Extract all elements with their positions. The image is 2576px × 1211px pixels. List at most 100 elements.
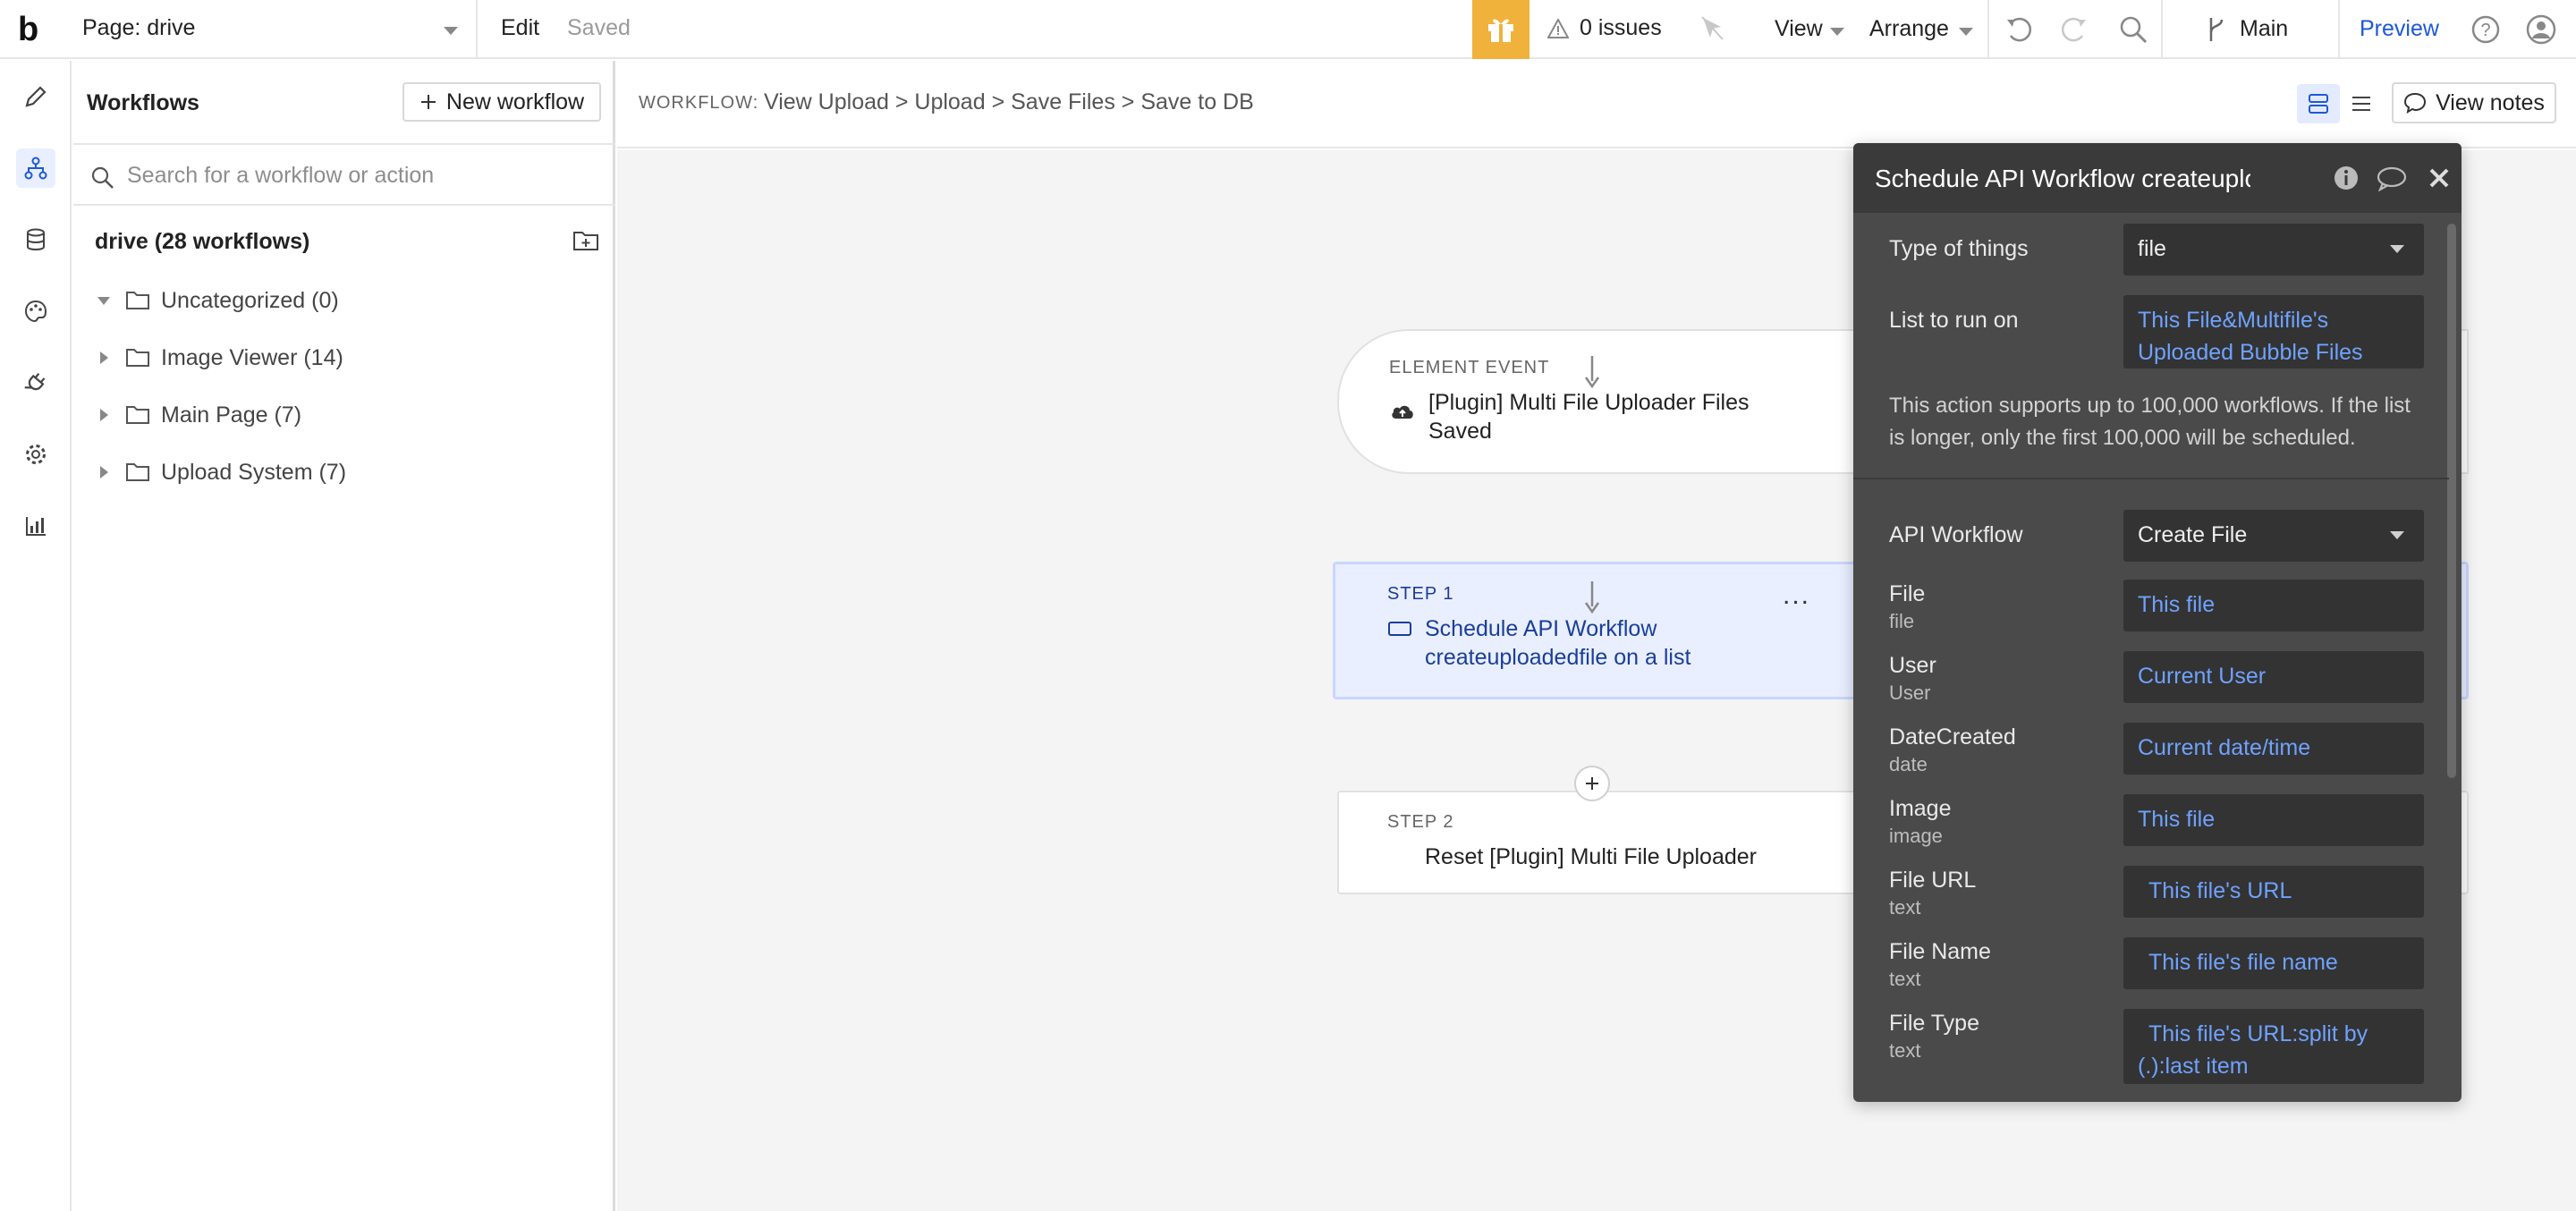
branch-selector[interactable]: Main [2240,16,2288,42]
folder-icon [125,347,150,368]
arrange-menu[interactable]: Arrange [1869,16,1949,42]
comment-icon[interactable] [2376,165,2408,191]
folder-row-upload-system[interactable]: Upload System (7) [91,454,346,490]
caret-right-icon [99,351,108,364]
close-icon[interactable] [2428,166,2451,190]
action-property-editor: Schedule API Workflow createuploadedfile… [1853,143,2462,1102]
card-view-button[interactable] [2297,84,2340,123]
rail-logs-tab[interactable] [16,506,55,546]
folder-row-uncategorized[interactable]: Uncategorized (0) [91,283,339,318]
param-file-name-field[interactable]: This file's file name [2123,937,2424,989]
chevron-down-icon [2390,531,2404,539]
folder-label: Uncategorized (0) [161,287,339,313]
card-view-icon [2309,94,2328,114]
list-view-button[interactable] [2340,84,2383,123]
add-folder-icon[interactable] [572,229,599,252]
page-selector-label: Page: drive [82,15,196,40]
layout-toggle [2297,84,2383,123]
rail-data-tab[interactable] [16,220,55,259]
rail-workflow-tab[interactable] [16,148,55,188]
schedule-limit-note: This action supports up to 100,000 workf… [1889,394,2411,450]
rail-plugins-tab[interactable] [16,363,55,402]
param-type: text [1889,968,1921,990]
preview-button[interactable]: Preview [2360,16,2439,42]
page-selector[interactable]: Page: drive [72,0,478,59]
breadcrumb[interactable]: View Upload > Upload > Save Files > Save… [764,89,1254,115]
arrow-down-icon [1584,581,1600,614]
param-file-field[interactable]: This file [2123,580,2424,631]
top-bar: b Page: drive Edit Saved 0 issues View A… [0,0,2576,59]
new-workflow-label: New workflow [445,89,585,114]
param-file-url-field[interactable]: This file's URL [2123,866,2424,918]
search-icon[interactable] [2118,14,2148,45]
param-type: User [1889,682,1931,704]
list-to-run-on-label: List to run on [1889,308,2019,333]
param-file-type-field[interactable]: This file's URL:split by (.):last item [2123,1009,2424,1084]
view-menu[interactable]: View [1775,16,1823,42]
folder-row-main-page[interactable]: Main Page (7) [91,397,301,433]
step-1-title: Schedule API Workflow createuploadedfile… [1425,616,1691,670]
rail-styles-tab[interactable] [16,292,55,331]
event-kicker: ELEMENT EVENT [1389,358,1550,377]
param-label: Image [1889,796,1952,821]
issues-indicator[interactable]: 0 issues [1547,15,1662,41]
svg-text:?: ? [2480,21,2490,40]
list-view-icon [2352,97,2370,111]
chevron-down-icon [1959,28,1973,36]
list-to-run-on-field[interactable]: This File&Multifile's Uploaded Bubble Fi… [2123,295,2424,368]
api-workflow-dropdown[interactable]: Create File [2123,510,2424,562]
param-user-field[interactable]: Current User [2123,651,2424,703]
account-icon[interactable] [2526,14,2556,45]
redo-icon[interactable] [2059,14,2089,45]
caret-down-icon [97,296,110,305]
event-title: [Plugin] Multi File Uploader Files Saved [1428,390,1750,444]
param-label: DateCreated [1889,724,2016,749]
rail-settings-tab[interactable] [16,435,55,474]
folder-row-image-viewer[interactable]: Image Viewer (14) [91,340,343,376]
editor-header: Schedule API Workflow createuploadedfile… [1853,143,2462,213]
param-label: File Name [1889,939,1991,964]
undo-icon[interactable] [2004,14,2034,45]
bubble-logo[interactable]: b [18,11,38,49]
editor-scrollbar[interactable] [2447,224,2456,778]
issues-count: 0 issues [1580,15,1662,40]
plug-icon [24,373,46,391]
param-type: file [1889,610,1915,632]
comment-icon [2404,92,2427,114]
step-2-kicker: STEP 2 [1387,812,1454,832]
add-step-button[interactable] [1574,766,1610,801]
arrow-down-icon [1584,356,1600,389]
workflow-search-input[interactable] [127,157,592,193]
view-notes-button[interactable]: View notes [2392,82,2556,123]
folder-icon [125,290,150,311]
editor-rail [0,61,72,1211]
step-2-title: Reset [Plugin] Multi File Uploader [1425,844,1757,869]
workflows-panel: Workflows New workflow drive (28 workflo… [73,61,615,1211]
folder-label: Upload System (7) [161,459,347,485]
caret-right-icon [99,466,108,478]
folder-icon [125,462,150,483]
plus-icon [420,95,436,109]
new-workflow-button[interactable]: New workflow [402,82,601,122]
edit-menu[interactable]: Edit [501,15,539,41]
folder-icon [125,404,150,426]
chevron-down-icon [1830,28,1844,36]
help-icon[interactable]: ? [2470,14,2501,45]
param-image-field[interactable]: This file [2123,794,2424,846]
step-more-menu[interactable]: ... [1783,580,1810,611]
divider [1853,478,2449,479]
param-date-created-field[interactable]: Current date/time [2123,723,2424,775]
breadcrumb-label: WORKFLOW: [639,93,759,113]
type-of-things-dropdown[interactable]: file [2123,224,2424,275]
info-icon[interactable] [2333,165,2360,191]
param-type: image [1889,825,1943,847]
caret-right-icon [99,409,108,421]
rail-design-tab[interactable] [16,77,55,116]
workflows-panel-title: Workflows [87,90,199,115]
view-notes-label: View notes [2436,89,2545,115]
inspect-cursor-icon[interactable] [1699,14,1726,43]
app-workflow-count: drive (28 workflows) [95,229,310,254]
step-1-kicker: STEP 1 [1387,584,1454,604]
gift-button[interactable] [1472,0,1530,59]
warning-icon [1547,18,1569,38]
